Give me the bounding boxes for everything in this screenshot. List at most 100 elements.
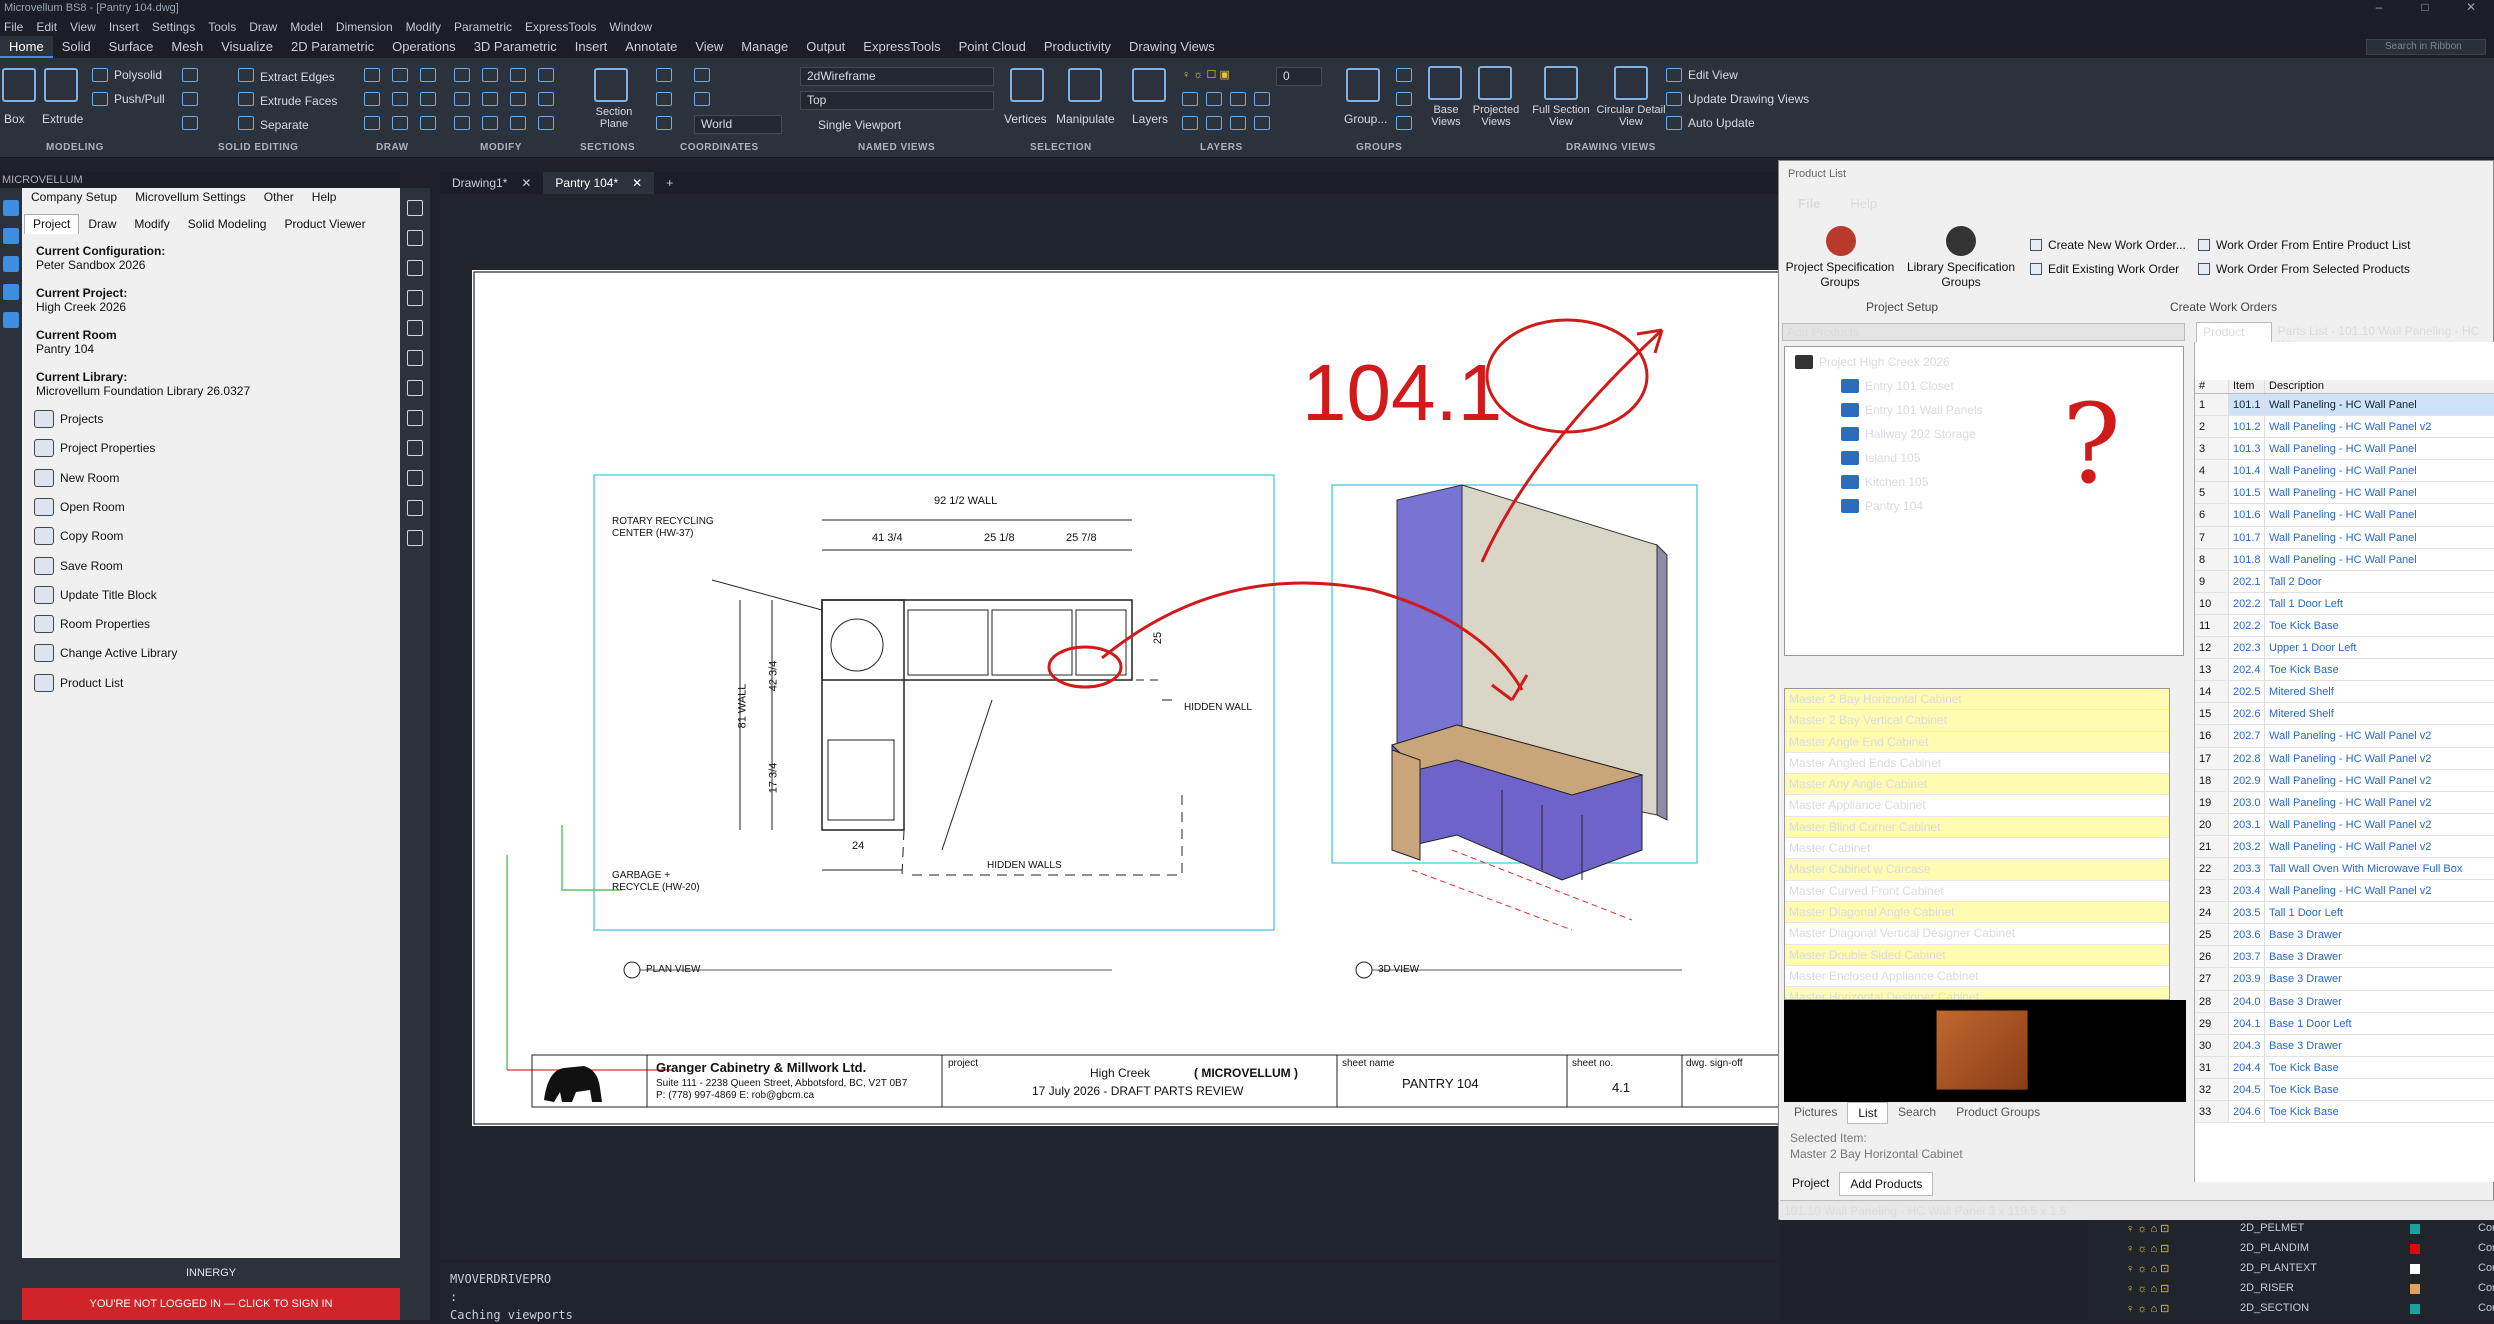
tool-icon[interactable] [407, 350, 423, 366]
layer-tool-icon[interactable] [1230, 92, 1246, 106]
mv-cmd-change-active-library[interactable]: Change Active Library [34, 644, 177, 663]
menu-view[interactable]: View [70, 18, 96, 36]
separate-button[interactable]: Separate [260, 118, 309, 132]
group-edit-icon[interactable] [1396, 92, 1412, 106]
wo-selected-button[interactable]: Work Order From Selected Products [2198, 262, 2410, 276]
layer-color-swatch[interactable] [2410, 1284, 2420, 1294]
product-row[interactable]: 29 204.1 Base 1 Door Left [2195, 1012, 2494, 1035]
ucs-face-icon[interactable] [694, 92, 710, 106]
cabinet-library-list[interactable]: Master 2 Bay Horizontal Cabinet Master 2 … [1784, 688, 2170, 1000]
layer-tool-icon[interactable] [1254, 116, 1270, 130]
mv-menu-company-setup[interactable]: Company Setup [31, 190, 117, 204]
product-row[interactable]: 15 202.6 Mitered Shelf [2195, 703, 2494, 726]
ribbon-tab-annotate[interactable]: Annotate [616, 36, 686, 58]
ribbon-tab-productivity[interactable]: Productivity [1035, 36, 1120, 58]
product-row[interactable]: 7 101.7 Wall Paneling - HC Wall Panel [2195, 526, 2494, 549]
cabinet-list-item[interactable]: Master Cabinet [1785, 838, 2169, 860]
maximize-icon[interactable]: □ [2402, 0, 2448, 18]
library-spec-groups-button[interactable]: Library Specification Groups [1902, 260, 2020, 290]
vertices-icon[interactable] [1010, 68, 1044, 102]
solid-edit-icon[interactable] [182, 68, 198, 82]
update-views-button[interactable]: Update Drawing Views [1688, 92, 1809, 106]
erase-icon[interactable] [454, 116, 470, 130]
layers-button[interactable]: Layers [1132, 112, 1168, 126]
ungroup-icon[interactable] [1396, 68, 1412, 82]
fillet-icon[interactable] [510, 92, 526, 106]
menu-draw[interactable]: Draw [249, 18, 277, 36]
tool-icon[interactable] [3, 228, 19, 244]
product-row[interactable]: 5 101.5 Wall Paneling - HC Wall Panel [2195, 482, 2494, 505]
cabinet-list-item[interactable]: Master Cabinet w Carcase [1785, 859, 2169, 881]
base-views-icon[interactable] [1428, 66, 1462, 100]
tree-room-item[interactable]: Hallway 202 Storage [1841, 427, 1976, 441]
tool-icon[interactable] [407, 260, 423, 276]
edit-work-order-button[interactable]: Edit Existing Work Order [2030, 262, 2179, 276]
product-row[interactable]: 3 101.3 Wall Paneling - HC Wall Panel [2195, 438, 2494, 461]
menu-insert[interactable]: Insert [109, 18, 139, 36]
ribbon-tab-3d-parametric[interactable]: 3D Parametric [465, 36, 566, 58]
project-spec-groups-button[interactable]: Project Specification Groups [1780, 260, 1900, 290]
cabinet-list-item[interactable]: Master Appliance Cabinet [1785, 795, 2169, 817]
mv-cmd-update-title-block[interactable]: Update Title Block [34, 585, 157, 604]
extract-edges-button[interactable]: Extract Edges [260, 70, 335, 84]
tool-icon[interactable] [3, 200, 19, 216]
tree-room-item[interactable]: Entry 101 Closet [1841, 379, 1954, 393]
product-row[interactable]: 17 202.8 Wall Paneling - HC Wall Panel v2 [2195, 747, 2494, 770]
ucs-3point-icon[interactable] [656, 92, 672, 106]
ribbon-tab-point-cloud[interactable]: Point Cloud [950, 36, 1035, 58]
product-row[interactable]: 19 203.0 Wall Paneling - HC Wall Panel v2 [2195, 791, 2494, 814]
product-row[interactable]: 21 203.2 Wall Paneling - HC Wall Panel v2 [2195, 835, 2494, 858]
tool-icon[interactable] [407, 200, 423, 216]
command-line[interactable]: MVOVERDRIVEPRO : Caching viewports [440, 1262, 1780, 1322]
tool-icon[interactable] [407, 380, 423, 396]
tool-icon[interactable] [407, 530, 423, 546]
parts-grid[interactable]: # Item Description 1 101.1 Wall Paneling -… [2194, 342, 2494, 1182]
new-tab-icon[interactable]: + [654, 172, 685, 194]
circular-detail-button[interactable]: Circular Detail View [1596, 104, 1666, 128]
view-select[interactable]: Top [800, 91, 994, 110]
layer-tool-icon[interactable] [1206, 92, 1222, 106]
hatch-icon[interactable] [420, 92, 436, 106]
product-row[interactable]: 13 202.4 Toe Kick Base [2195, 659, 2494, 682]
group-select-icon[interactable] [1396, 116, 1412, 130]
project-tree[interactable]: Project High Creek 2026 Entry 101 Closet E… [1784, 346, 2184, 656]
cabinet-list-item[interactable]: Master Diagonal Vertical Designer Cabine… [1785, 923, 2169, 945]
array-icon[interactable] [538, 116, 554, 130]
projected-views-icon[interactable] [1478, 66, 1512, 100]
cabinet-list-item[interactable]: Master Curved Front Cabinet [1785, 881, 2169, 902]
tool-icon[interactable] [407, 290, 423, 306]
cabinet-list-item[interactable]: Master Any Angle Cabinet [1785, 774, 2169, 796]
group-icon[interactable] [1346, 68, 1380, 102]
base-views-button[interactable]: Base Views [1426, 104, 1466, 128]
mv-cmd-open-room[interactable]: Open Room [34, 497, 125, 516]
cabinet-list-item[interactable]: Master Blind Corner Cabinet [1785, 816, 2169, 839]
layer-state-icon[interactable]: ♀ ☼ ⌂ ⊡ [2126, 1242, 2169, 1255]
menu-dimension[interactable]: Dimension [336, 18, 393, 36]
box-icon[interactable] [2, 68, 36, 102]
product-row[interactable]: 12 202.3 Upper 1 Door Left [2195, 637, 2494, 660]
close-icon[interactable]: ✕ [618, 176, 642, 190]
gear-icon[interactable] [1826, 226, 1856, 256]
library-tab-list[interactable]: List [1847, 1102, 1889, 1124]
ribbon-tab-operations[interactable]: Operations [383, 36, 465, 58]
layer-color-swatch[interactable] [2410, 1244, 2420, 1254]
panel-tab-add-products[interactable]: Add Products [1839, 1172, 1934, 1196]
panel-tab-project[interactable]: Project [1782, 1172, 1839, 1196]
library-tab-search[interactable]: Search [1888, 1102, 1946, 1124]
product-row[interactable]: 28 204.0 Base 3 Drawer [2195, 990, 2494, 1013]
layer-state-icon[interactable]: ♀ ☼ ⌂ ⊡ [2126, 1282, 2169, 1295]
layout-sheet[interactable]: 104.1 92 1/2 WALL 41 3/4 25 1/8 25 7/8 8… [472, 270, 1787, 1126]
tool-icon[interactable] [407, 500, 423, 516]
layer-tool-icon[interactable] [1182, 116, 1198, 130]
ribbon-tab-output[interactable]: Output [797, 36, 854, 58]
box-button[interactable]: Box [4, 112, 25, 126]
menu-settings[interactable]: Settings [152, 18, 195, 36]
layer-color-swatch[interactable] [2410, 1264, 2420, 1274]
extrude-faces-button[interactable]: Extrude Faces [260, 94, 337, 108]
tree-room-item[interactable]: Pantry 104 [1841, 499, 1923, 513]
layer-color-swatch[interactable] [2410, 1224, 2420, 1234]
product-row[interactable]: 20 203.1 Wall Paneling - HC Wall Panel v2 [2195, 813, 2494, 836]
product-row[interactable]: 33 204.6 Toe Kick Base [2195, 1101, 2494, 1124]
col-description[interactable]: Description [2265, 380, 2494, 393]
manipulate-button[interactable]: Manipulate [1056, 112, 1115, 126]
